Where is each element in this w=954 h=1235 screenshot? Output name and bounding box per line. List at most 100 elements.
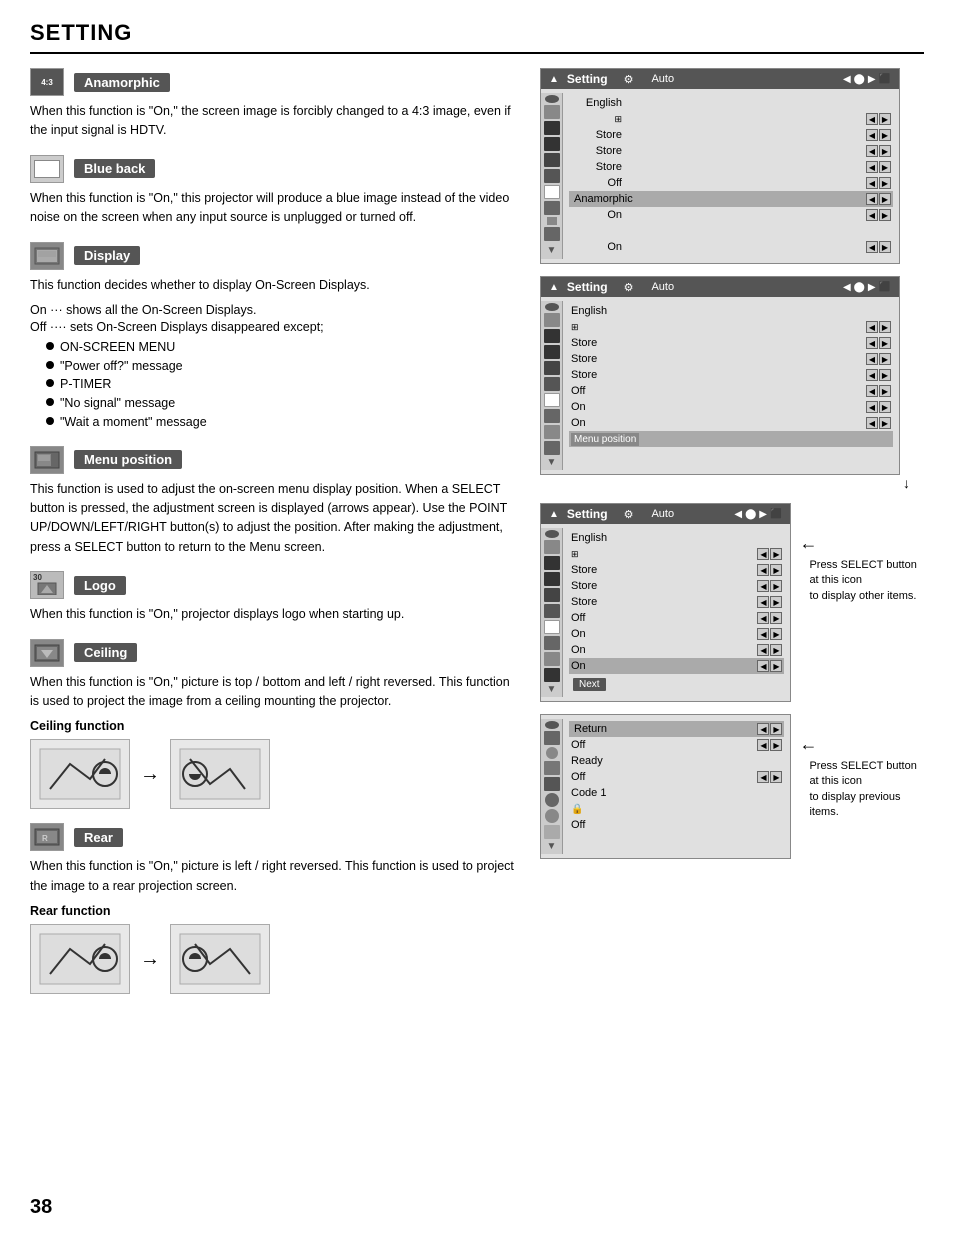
- p4-sb-2: [544, 731, 560, 745]
- ceiling-icon: [30, 639, 64, 667]
- p2-sb-3: [544, 329, 560, 343]
- panel2-body: ▼ English ⊞ ◀▶ Store: [541, 297, 899, 474]
- p4-return-label: Return: [571, 722, 610, 736]
- p4-sb-1: [545, 721, 559, 729]
- panel1-header: ▲ Setting ⚙ Auto ◀⬤▶⬛: [541, 69, 899, 89]
- panel3-note-arrow-row: ←: [799, 533, 920, 554]
- sidebar-icon-4: [544, 137, 560, 151]
- bullet-1: ON-SCREEN MENU: [46, 338, 520, 357]
- page: SETTING 4:3 Anamorphic When this functio…: [0, 0, 954, 1235]
- panel1-gear-icon: ⚙: [624, 73, 634, 86]
- display-intro: This function decides whether to display…: [30, 276, 520, 295]
- panel1-header-icons: ▲: [549, 74, 559, 85]
- p3-row-1: ⊞ ◀▶: [569, 546, 784, 562]
- p2-arrows-5: ◀▶: [866, 385, 891, 397]
- next-button[interactable]: Next: [573, 678, 606, 691]
- p3-row-4: Store ◀▶: [569, 594, 784, 610]
- p3-row-8: On ◀▶: [569, 658, 784, 674]
- panel3-header: ▲ Setting ⚙ Auto ◀⬤▶⬛: [541, 504, 790, 524]
- p2-arrows-4: ◀▶: [866, 369, 891, 381]
- p3-arrows-6: ◀▶: [757, 628, 782, 640]
- p4-sb-5: [544, 777, 560, 791]
- panel3-auto: Auto: [651, 508, 674, 520]
- p3-arrows-4: ◀▶: [757, 596, 782, 608]
- rear-header: R Rear: [30, 823, 520, 851]
- p3-sb-3: [544, 556, 560, 570]
- p2-row-5: Off ◀▶: [569, 383, 893, 399]
- panel1-arrows-5: ◀▶: [866, 177, 891, 189]
- panel1-val-4: Store: [571, 161, 626, 173]
- p4-sb-7: [545, 809, 559, 823]
- panel1-arrows-1: ◀▶: [866, 113, 891, 125]
- panel1-row-1: ⊞ ◀▶: [569, 111, 893, 127]
- bullet-dot-2: [46, 361, 54, 369]
- p3-arrows-5: ◀▶: [757, 612, 782, 624]
- ui-panel-1: ▲ Setting ⚙ Auto ◀⬤▶⬛: [540, 68, 900, 264]
- bullet-dot-1: [46, 342, 54, 350]
- p4-row-3: Off ◀▶: [569, 769, 784, 785]
- p2-arrows-7: ◀▶: [866, 417, 891, 429]
- panel1-val-5: Off: [571, 177, 626, 189]
- p2-row-3: Store ◀▶: [569, 351, 893, 367]
- panel3-main: English ⊞ ◀▶ Store ◀▶ Store: [563, 528, 790, 697]
- p2-sb-8: [544, 409, 560, 423]
- panel4-note-arrow-row: ←: [799, 734, 920, 755]
- p3-arrows-2: ◀▶: [757, 564, 782, 576]
- section-logo: 30 Logo When this function is "On," proj…: [30, 571, 520, 624]
- panel4-main: Return ◀▶ Off ◀▶ Ready Off: [563, 719, 790, 854]
- panel4-note-container: ← Press SELECT button at this icon to di…: [799, 734, 920, 821]
- panel1-arrows-7: ◀▶: [866, 209, 891, 221]
- p3-arrows-1: ◀▶: [757, 548, 782, 560]
- p2-arrows-1: ◀▶: [866, 321, 891, 333]
- panel1-row-5: Off ◀▶: [569, 175, 893, 191]
- right-column: ▲ Setting ⚙ Auto ◀⬤▶⬛: [540, 68, 920, 1008]
- p4-sb-down: ▼: [547, 841, 557, 852]
- panel1-val-2: Store: [571, 129, 626, 141]
- p2-row-4: Store ◀▶: [569, 367, 893, 383]
- page-title: SETTING: [30, 20, 924, 54]
- p2-row-8: Menu position: [569, 431, 893, 447]
- p4-row-4: Code 1: [569, 785, 784, 801]
- ui-panel-3: ▲ Setting ⚙ Auto ◀⬤▶⬛: [540, 503, 791, 702]
- logo-text: When this function is "On," projector di…: [30, 605, 520, 624]
- panel3-note-arrow: ←: [799, 533, 817, 554]
- p4-sb-8: [544, 825, 560, 839]
- panel1-val-1: ⊞: [571, 114, 626, 125]
- anamorphic-text: When this function is "On," the screen i…: [30, 102, 520, 141]
- panel1-title: Setting: [567, 72, 608, 86]
- panel1-val-9: On: [571, 241, 626, 253]
- p4-sb-4: [544, 761, 560, 775]
- sidebar-icon-3: [544, 121, 560, 135]
- sidebar-icon-down: ▼: [544, 243, 560, 257]
- panel1-arrows-2: ◀▶: [866, 129, 891, 141]
- panel3-title: Setting: [567, 507, 608, 521]
- ceiling-diagram-label: Ceiling function: [30, 719, 520, 733]
- panel2-auto: Auto: [651, 281, 674, 293]
- panel1-arrows-3: ◀▶: [866, 145, 891, 157]
- p4-sb-3: [546, 747, 558, 759]
- panel1-val-0: English: [571, 97, 626, 109]
- section-menu-position: Menu position This function is used to a…: [30, 446, 520, 558]
- panel1-body: ▼ English ⊞ ◀▶ Store: [541, 89, 899, 263]
- menu-position-label: Menu position: [74, 450, 182, 469]
- rear-text: When this function is "On," picture is l…: [30, 857, 520, 896]
- panel2-container: ▲ Setting ⚙ Auto ◀⬤▶⬛: [540, 276, 920, 491]
- bullet-dot-4: [46, 398, 54, 406]
- rear-label: Rear: [74, 828, 123, 847]
- rear-icon: R: [30, 823, 64, 851]
- p2-arrows-3: ◀▶: [866, 353, 891, 365]
- p2-sb-10: [544, 441, 560, 455]
- ceiling-arrow: →: [140, 763, 160, 786]
- p4-arrows-1: ◀▶: [757, 739, 782, 751]
- p2-sb-1: [545, 303, 559, 311]
- sidebar-icon-5: [544, 153, 560, 167]
- p2-row-2: Store ◀▶: [569, 335, 893, 351]
- sidebar-icon-8: [544, 201, 560, 215]
- display-icon: [30, 242, 64, 270]
- content-layout: 4:3 Anamorphic When this function is "On…: [30, 68, 924, 1008]
- blue-back-text: When this function is "On," this project…: [30, 189, 520, 228]
- blue-back-icon: [30, 155, 64, 183]
- sidebar-icon-9: [547, 217, 557, 225]
- ceiling-header: Ceiling: [30, 639, 520, 667]
- page-number: 38: [30, 1196, 52, 1219]
